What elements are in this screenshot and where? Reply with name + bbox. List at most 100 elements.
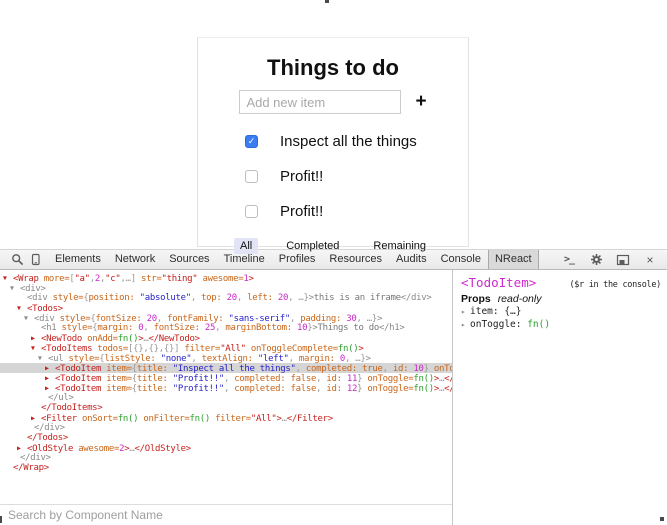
props-inspector-pane: <TodoItem> ($r in the console) Props rea…	[452, 270, 667, 525]
tab-network[interactable]: Network	[108, 250, 162, 269]
console-drawer-icon[interactable]: >_	[560, 250, 578, 269]
tree-node[interactable]: </Wrap>	[0, 463, 452, 473]
tree-node[interactable]: </div>	[0, 453, 452, 463]
screen: { "app": { "title": "Things to do", "inp…	[0, 0, 667, 523]
filter-remaining[interactable]: Remaining	[367, 238, 432, 254]
tab-elements[interactable]: Elements	[48, 250, 108, 269]
tree-node[interactable]: </TodoItems>	[0, 403, 452, 413]
prop-row[interactable]: ▸onToggle: fn()	[461, 318, 661, 331]
dock-side-icon[interactable]	[614, 250, 632, 269]
code-segment: Things to do	[318, 323, 379, 333]
props-section-header: Props read-only	[461, 293, 661, 305]
tree-node[interactable]: <h1 style={margin: 0, fontSize: 25, marg…	[0, 323, 452, 333]
tree-node[interactable]: ▶<Filter onSort=fn() onFilter=fn() filte…	[0, 413, 452, 423]
component-search-input[interactable]	[0, 508, 452, 522]
prop-name: item:	[470, 306, 504, 317]
device-mode-icon[interactable]	[26, 250, 44, 269]
code-segment: "a"	[74, 274, 89, 284]
tree-node[interactable]: ▶<OldStyle awesome=2>…</OldStyle>	[0, 443, 452, 453]
expand-arrow-icon[interactable]: ▶	[31, 333, 41, 343]
add-item-button[interactable]: +	[415, 93, 426, 111]
tree-node[interactable]: <div style={position: "absolute", top: 2…	[0, 293, 452, 303]
tree-node[interactable]: ▼<div>	[0, 283, 452, 293]
filter-completed[interactable]: Completed	[280, 238, 345, 254]
code-segment: </Todos>	[27, 433, 68, 443]
expand-arrow-icon[interactable]: ▼	[38, 353, 48, 363]
component-search-bar	[0, 504, 452, 525]
tree-node[interactable]: ▼<div style={fontSize: 20, fontFamily: "…	[0, 313, 452, 323]
expand-arrow-icon[interactable]: ▶	[45, 363, 55, 373]
code-segment: </TodoItem>	[444, 384, 452, 394]
code-segment: </TodoItems>	[41, 403, 102, 413]
tree-node[interactable]: ▶<TodoItem item={title: "Inspect all the…	[0, 363, 452, 373]
add-item-row: +	[198, 90, 468, 114]
code-segment: </div>	[20, 453, 51, 463]
tree-node[interactable]: </div>	[0, 423, 452, 433]
expand-arrow-icon[interactable]: ▸	[461, 305, 470, 318]
tree-node[interactable]: ▼<Todos>	[0, 303, 452, 313]
expand-arrow-icon[interactable]: ▶	[45, 383, 55, 393]
filter-row: All Completed Remaining	[198, 238, 468, 254]
tree-node[interactable]: </Todos>	[0, 433, 452, 443]
code-segment: <h1	[41, 323, 61, 333]
props-readonly-label: read-only	[498, 293, 542, 305]
checkbox-unchecked-icon[interactable]	[245, 170, 258, 183]
code-segment: false	[291, 384, 317, 394]
expand-arrow-icon[interactable]: ▶	[17, 443, 27, 453]
code-segment: fontSize:	[154, 323, 205, 333]
screen-artifact	[660, 517, 664, 521]
expand-arrow-icon[interactable]: ▼	[3, 273, 13, 283]
inspect-magnifier-icon[interactable]	[8, 250, 26, 269]
expand-arrow-icon[interactable]: ▸	[461, 318, 470, 331]
code-segment: <div	[27, 293, 53, 303]
expand-arrow-icon[interactable]: ▼	[17, 303, 27, 313]
prop-name: onToggle:	[470, 319, 527, 330]
code-segment: , …}	[288, 293, 308, 303]
todo-label: Profit!!	[280, 168, 323, 185]
code-segment: completed:	[234, 384, 290, 394]
tree-node[interactable]: ▼<ul style={listStyle: "none", textAlign…	[0, 353, 452, 363]
checkbox-unchecked-icon[interactable]	[245, 205, 258, 218]
code-segment: style=	[53, 293, 84, 303]
tree-node[interactable]: ▶<NewTodo onAdd=fn()>…</NewTodo>	[0, 333, 452, 343]
code-segment: left:	[247, 293, 278, 303]
expand-arrow-icon[interactable]: ▼	[31, 343, 41, 353]
tree-node[interactable]: </ul>	[0, 393, 452, 403]
code-segment: top:	[201, 293, 227, 303]
code-segment: id:	[326, 384, 346, 394]
page-viewport: Things to do + ✓Inspect all the thingsPr…	[0, 0, 667, 249]
tree-node[interactable]: ▼<Wrap more=["a",2,"c",…] str="thing" aw…	[0, 273, 452, 283]
code-segment: </h1>	[379, 323, 405, 333]
settings-gear-icon[interactable]	[587, 250, 605, 269]
code-segment: ,	[191, 293, 201, 303]
add-item-input[interactable]	[239, 90, 401, 114]
tab-nreact[interactable]: NReact	[488, 250, 539, 269]
tree-node[interactable]: ▶<TodoItem item={title: "Profit!!", comp…	[0, 373, 452, 383]
expand-arrow-icon[interactable]: ▼	[10, 283, 20, 293]
toolbar-right-icons: >_ ×	[560, 250, 661, 269]
checkbox-checked-icon[interactable]: ✓	[245, 135, 258, 148]
todo-label: Profit!!	[280, 203, 323, 220]
prop-row[interactable]: ▸item: {…}	[461, 305, 661, 318]
inspector-header: <TodoItem> ($r in the console)	[461, 275, 661, 290]
devtools-main: ▼<Wrap more=["a",2,"c",…] str="thing" aw…	[0, 270, 667, 525]
code-segment: "thing"	[162, 274, 203, 284]
expand-arrow-icon[interactable]: ▼	[24, 313, 34, 323]
code-segment: }	[357, 384, 367, 394]
component-tree-pane: ▼<Wrap more=["a",2,"c",…] str="thing" aw…	[0, 270, 452, 525]
code-segment: ,…]	[121, 274, 141, 284]
expand-arrow-icon[interactable]: ▶	[31, 413, 41, 423]
code-segment: marginBottom:	[225, 323, 297, 333]
props-label: Props	[461, 293, 491, 305]
todo-app-iframe: Things to do + ✓Inspect all the thingsPr…	[197, 37, 469, 247]
code-segment: 20	[278, 293, 288, 303]
tree-node[interactable]: ▼<TodoItems todos=[{},{},{}] filter="All…	[0, 343, 452, 353]
close-icon[interactable]: ×	[641, 250, 659, 269]
code-segment: >	[249, 274, 254, 284]
code-segment: filter=	[215, 414, 251, 424]
tree-node[interactable]: ▶<TodoItem item={title: "Profit!!", comp…	[0, 383, 452, 393]
screen-artifact	[325, 0, 329, 3]
expand-arrow-icon[interactable]: ▶	[45, 373, 55, 383]
code-segment: ,	[316, 384, 326, 394]
filter-all[interactable]: All	[234, 238, 258, 254]
